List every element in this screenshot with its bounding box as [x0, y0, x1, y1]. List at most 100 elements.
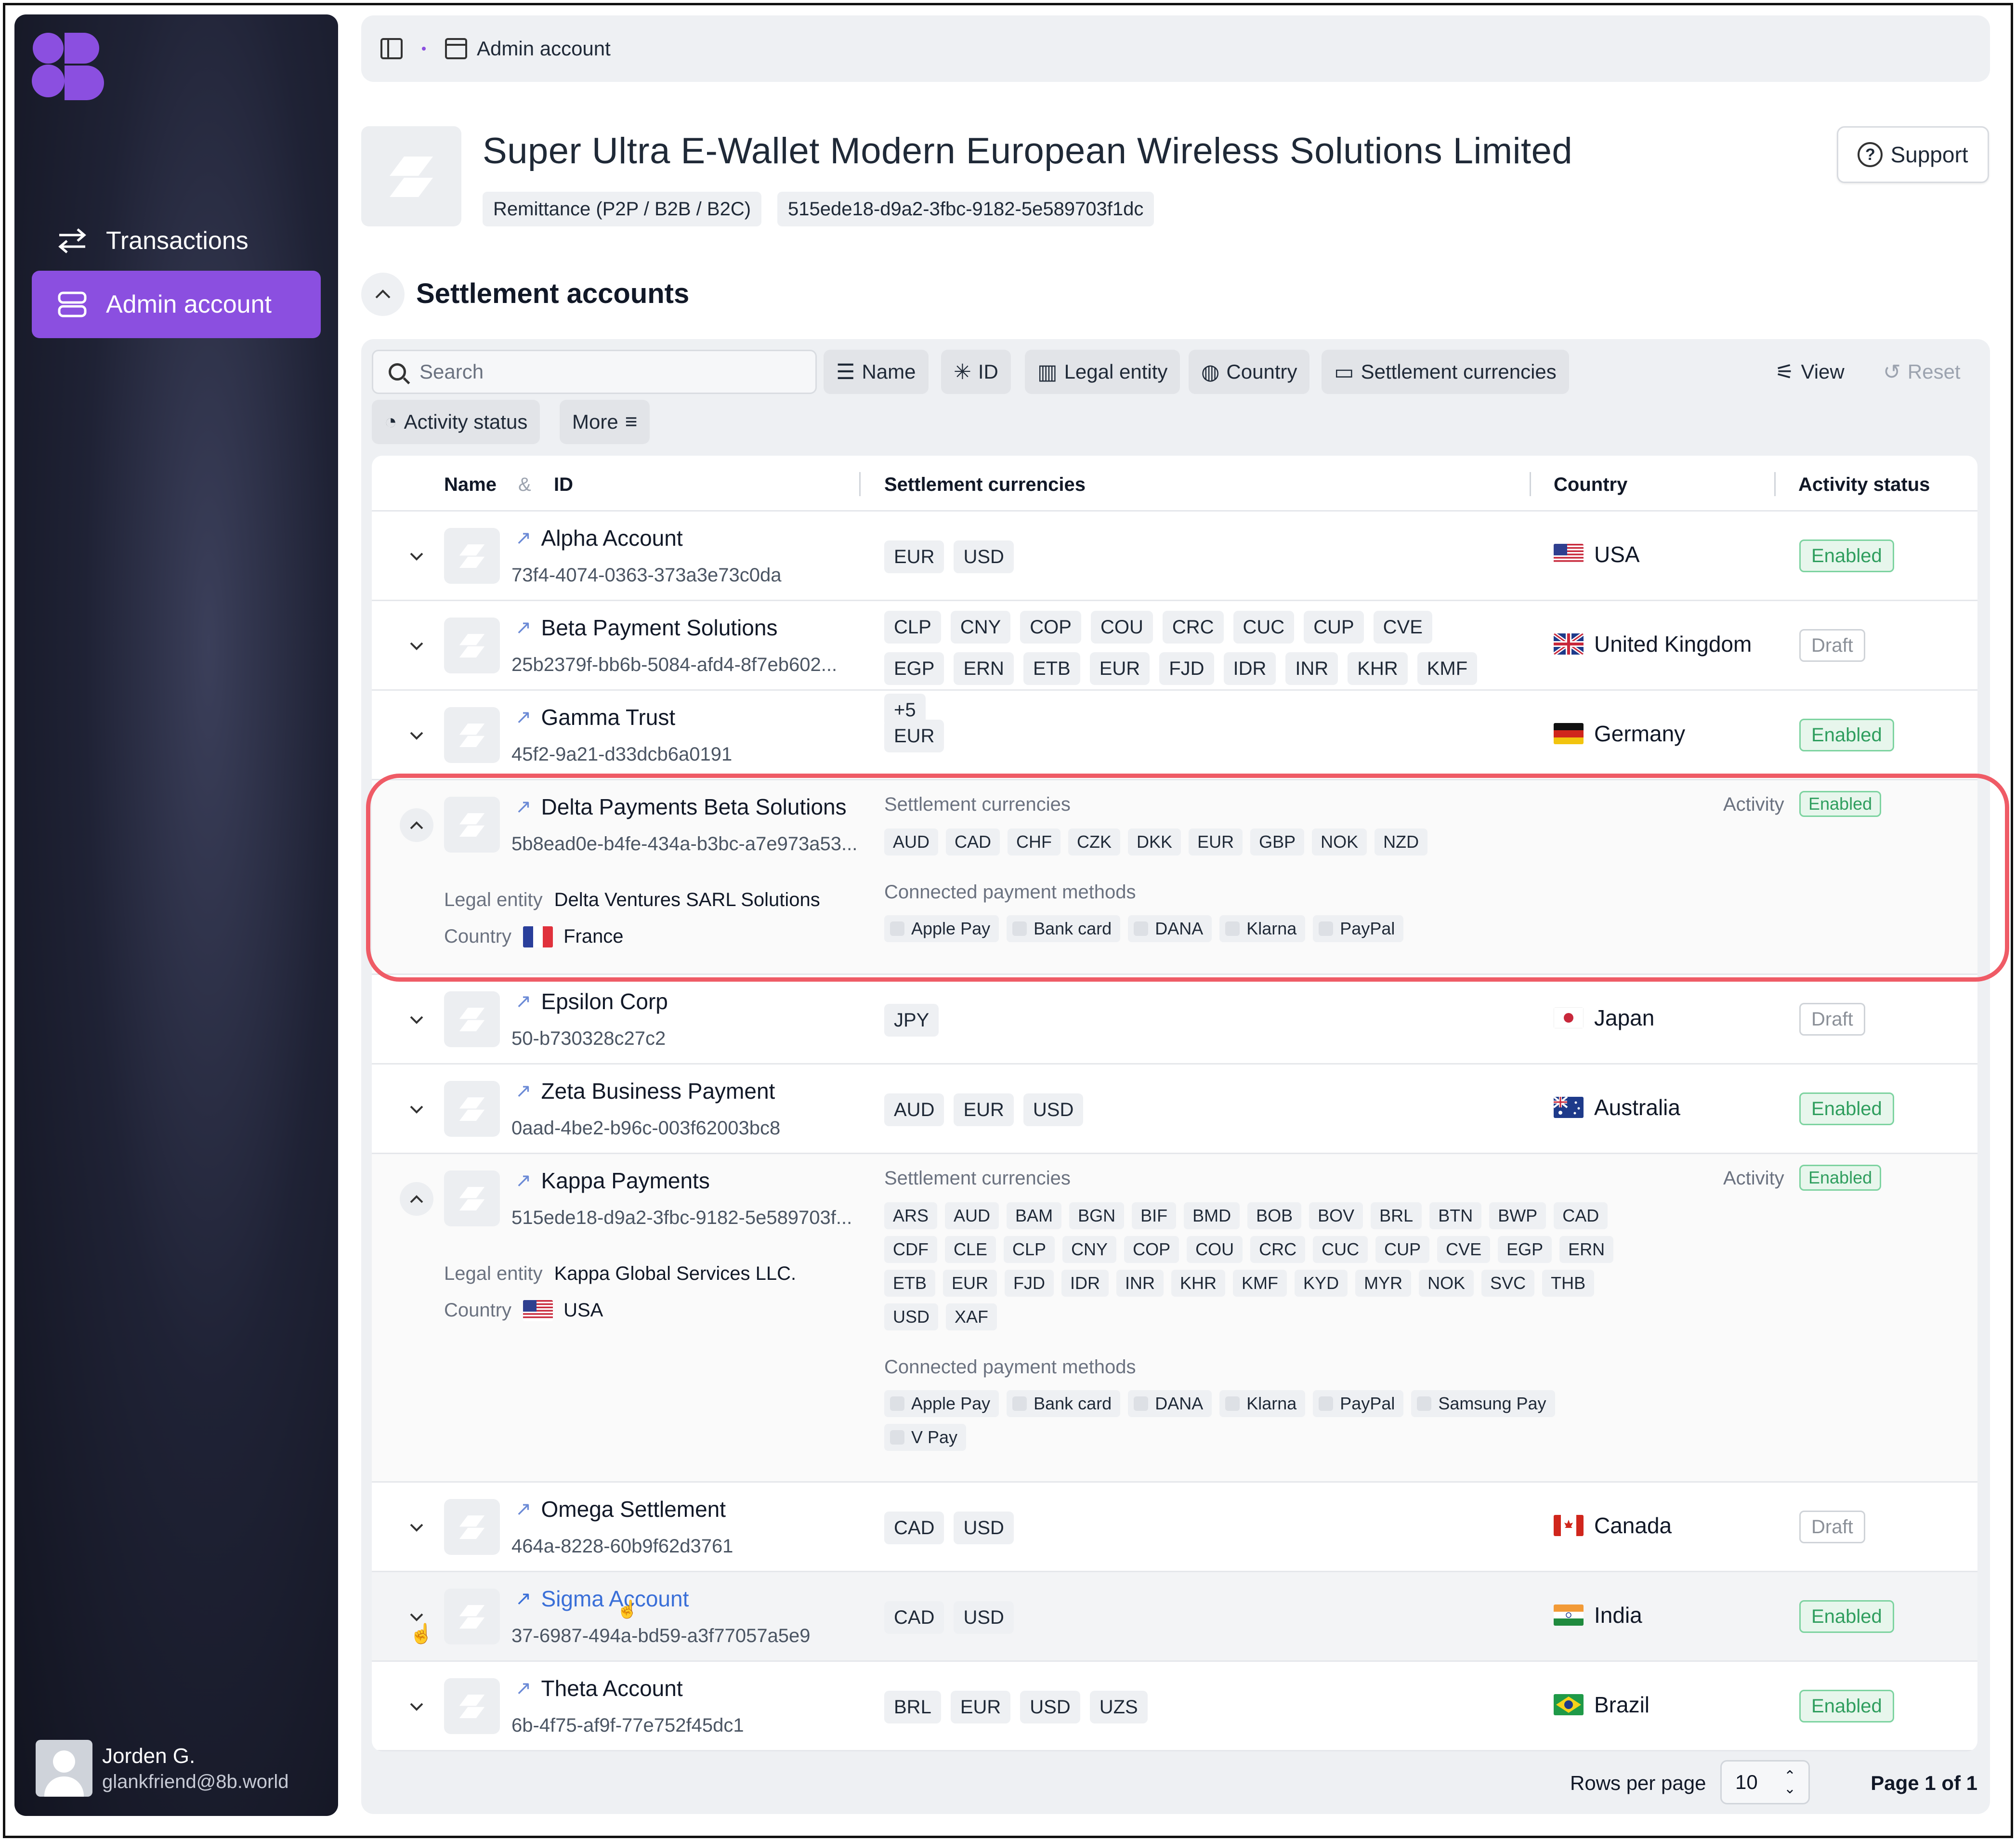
- chevron-down-icon: [410, 1016, 423, 1024]
- filter-label: Name: [862, 360, 916, 383]
- filter-activity-status-button[interactable]: ◔ Activity status: [372, 400, 540, 444]
- expand-row-button[interactable]: [400, 1690, 433, 1723]
- currency-chip: CLP: [1004, 1236, 1055, 1263]
- expand-row-button[interactable]: [400, 719, 433, 752]
- filter-id-button[interactable]: ✳ ID: [941, 350, 1011, 394]
- activity-icon: ◔: [384, 410, 397, 434]
- expand-row-button[interactable]: [400, 1092, 433, 1126]
- arrow-up-right-icon: ↗: [515, 617, 532, 638]
- table-row[interactable]: ↗ Omega Settlement 464a-8228-60b9f62d3761 C…: [372, 1483, 1977, 1572]
- header-name[interactable]: Name: [444, 474, 497, 496]
- account-name: Kappa Payments: [541, 1168, 710, 1193]
- country-cell: Brazil: [1554, 1692, 1649, 1718]
- country-cell: Australia: [1554, 1094, 1680, 1120]
- flag-icon: [1554, 544, 1584, 565]
- app-logo[interactable]: [31, 31, 113, 103]
- currency-chip: COP: [1020, 611, 1081, 644]
- header-id[interactable]: ID: [554, 474, 573, 496]
- expand-row-button[interactable]: [400, 1003, 433, 1037]
- header-currencies[interactable]: Settlement currencies: [884, 474, 1086, 496]
- currency-chip: EGP: [1498, 1236, 1552, 1263]
- filter-country-button[interactable]: ◍ Country: [1189, 350, 1310, 394]
- arrow-up-right-icon: ↗: [515, 1170, 532, 1191]
- reset-button[interactable]: ↺ Reset: [1871, 350, 1973, 394]
- payment-method-chip: PayPal: [1313, 1390, 1404, 1417]
- account-name-link[interactable]: ↗ Zeta Business Payment: [515, 1078, 775, 1104]
- country-name: USA: [1594, 542, 1640, 567]
- search-icon: [389, 363, 406, 381]
- section-collapse-button[interactable]: [361, 273, 405, 316]
- expand-row-button[interactable]: [400, 539, 433, 573]
- flag-icon: [523, 1300, 553, 1321]
- account-id: 6b-4f75-af9f-77e752f45dc1: [511, 1715, 744, 1736]
- sidebar-item-admin-account[interactable]: Admin account: [32, 271, 321, 338]
- account-logo: [444, 618, 500, 673]
- table-row[interactable]: ↗ Zeta Business Payment 0aad-4be2-b96c-003…: [372, 1065, 1977, 1154]
- account-id-tag: 515ede18-d9a2-3fbc-9182-5e589703f1dc: [777, 192, 1154, 226]
- table-row[interactable]: ↗ Kappa Payments 515ede18-d9a2-3fbc-9182-5…: [372, 1154, 1977, 1483]
- section-title: Settlement accounts: [416, 278, 690, 309]
- currency-list: CAD USD: [884, 1601, 1481, 1634]
- account-name: Omega Settlement: [541, 1497, 726, 1522]
- table-body: ↗ Alpha Account 73f4-4074-0363-373a3e73c0d…: [372, 512, 1977, 1751]
- collapse-row-button[interactable]: [400, 1182, 433, 1216]
- table-row[interactable]: ↗ Sigma Account 37-6987-494a-bd59-a3f77057…: [372, 1572, 1977, 1662]
- account-name-link[interactable]: ↗ Kappa Payments: [515, 1168, 710, 1194]
- country-value: USA: [563, 1300, 603, 1321]
- account-name-link[interactable]: ↗ Alpha Account: [515, 525, 683, 551]
- rows-per-page-label: Rows per page: [1570, 1772, 1706, 1794]
- currency-chip: ARS: [884, 1202, 938, 1229]
- table-row[interactable]: ↗ Alpha Account 73f4-4074-0363-373a3e73c0d…: [372, 512, 1977, 601]
- filter-legal-entity-button[interactable]: ▥ Legal entity: [1025, 350, 1180, 394]
- table-row[interactable]: ↗ Epsilon Corp 50-b730328c27c2 JPY Japan Draf…: [372, 975, 1977, 1065]
- currency-chip: USD: [954, 1601, 1014, 1634]
- pointer-cursor-icon: ☝: [616, 1599, 638, 1619]
- search-input[interactable]: Search: [372, 350, 817, 394]
- table-row[interactable]: ↗ Gamma Trust 45f2-9a21-d33dcb6a0191 EUR Ger…: [372, 691, 1977, 780]
- payment-methods-label: Connected payment methods: [884, 1356, 1136, 1378]
- currency-chip: BIF: [1132, 1202, 1177, 1229]
- currency-chip: JPY: [884, 1004, 939, 1037]
- currency-chip: SVC: [1481, 1270, 1535, 1297]
- rows-per-page-select[interactable]: 10 ⌃ ⌄: [1720, 1760, 1810, 1804]
- account-name-link[interactable]: ↗ Gamma Trust: [515, 704, 675, 730]
- user-profile[interactable]: Jorden G. glankfriend@8b.world: [36, 1740, 288, 1797]
- expand-row-button[interactable]: [400, 1511, 433, 1544]
- name-icon: ☰: [836, 360, 855, 384]
- payment-method-chip: V Pay: [884, 1424, 967, 1451]
- currency-chip: CAD: [884, 1601, 944, 1634]
- currency-chip: IDR: [1061, 1270, 1109, 1297]
- account-name-link[interactable]: ↗ Beta Payment Solutions: [515, 615, 777, 641]
- header-status[interactable]: Activity status: [1798, 474, 1930, 496]
- account-name-link[interactable]: ↗ Omega Settlement: [515, 1496, 726, 1522]
- view-button[interactable]: ⚟ View: [1763, 350, 1857, 394]
- breadcrumb: Admin account: [361, 15, 1990, 82]
- table-row[interactable]: ↗ Theta Account 6b-4f75-af9f-77e752f45dc1 B…: [372, 1662, 1977, 1751]
- account-logo: [444, 528, 500, 584]
- account-name-link[interactable]: ↗ Sigma Account: [515, 1586, 689, 1612]
- expand-row-button[interactable]: [400, 629, 433, 663]
- arrow-up-right-icon: ↗: [515, 1499, 532, 1520]
- account-name-link[interactable]: ↗ Epsilon Corp: [515, 988, 668, 1014]
- header-country[interactable]: Country: [1554, 474, 1627, 496]
- filter-settlement-currencies-button[interactable]: ▭ Settlement currencies: [1322, 350, 1569, 394]
- currency-chip: CLP: [884, 611, 941, 644]
- sidebar-toggle-icon[interactable]: [380, 38, 403, 59]
- sidebar-item-transactions[interactable]: Transactions: [32, 207, 321, 275]
- currency-list: CAD USD: [884, 1512, 1481, 1544]
- filter-label: Settlement currencies: [1361, 360, 1557, 383]
- more-filters-button[interactable]: More ≡: [560, 400, 650, 444]
- support-button[interactable]: ? Support: [1837, 126, 1989, 183]
- chevron-down-icon: [410, 1524, 423, 1532]
- account-logo: [444, 1081, 500, 1137]
- column-divider: [1774, 472, 1776, 496]
- table-row[interactable]: ↗ Beta Payment Solutions 25b2379f-bb6b-508…: [372, 601, 1977, 726]
- currency-list: EUR: [884, 720, 1481, 752]
- filter-lines-icon: ≡: [625, 410, 638, 434]
- status-badge: Enabled: [1799, 719, 1894, 751]
- filter-label: More: [572, 410, 618, 433]
- account-name-link[interactable]: ↗ Theta Account: [515, 1675, 683, 1701]
- filter-name-button[interactable]: ☰ Name: [824, 350, 929, 394]
- country-name: United Kingdom: [1594, 631, 1752, 657]
- payment-method-icon: [1319, 1396, 1334, 1411]
